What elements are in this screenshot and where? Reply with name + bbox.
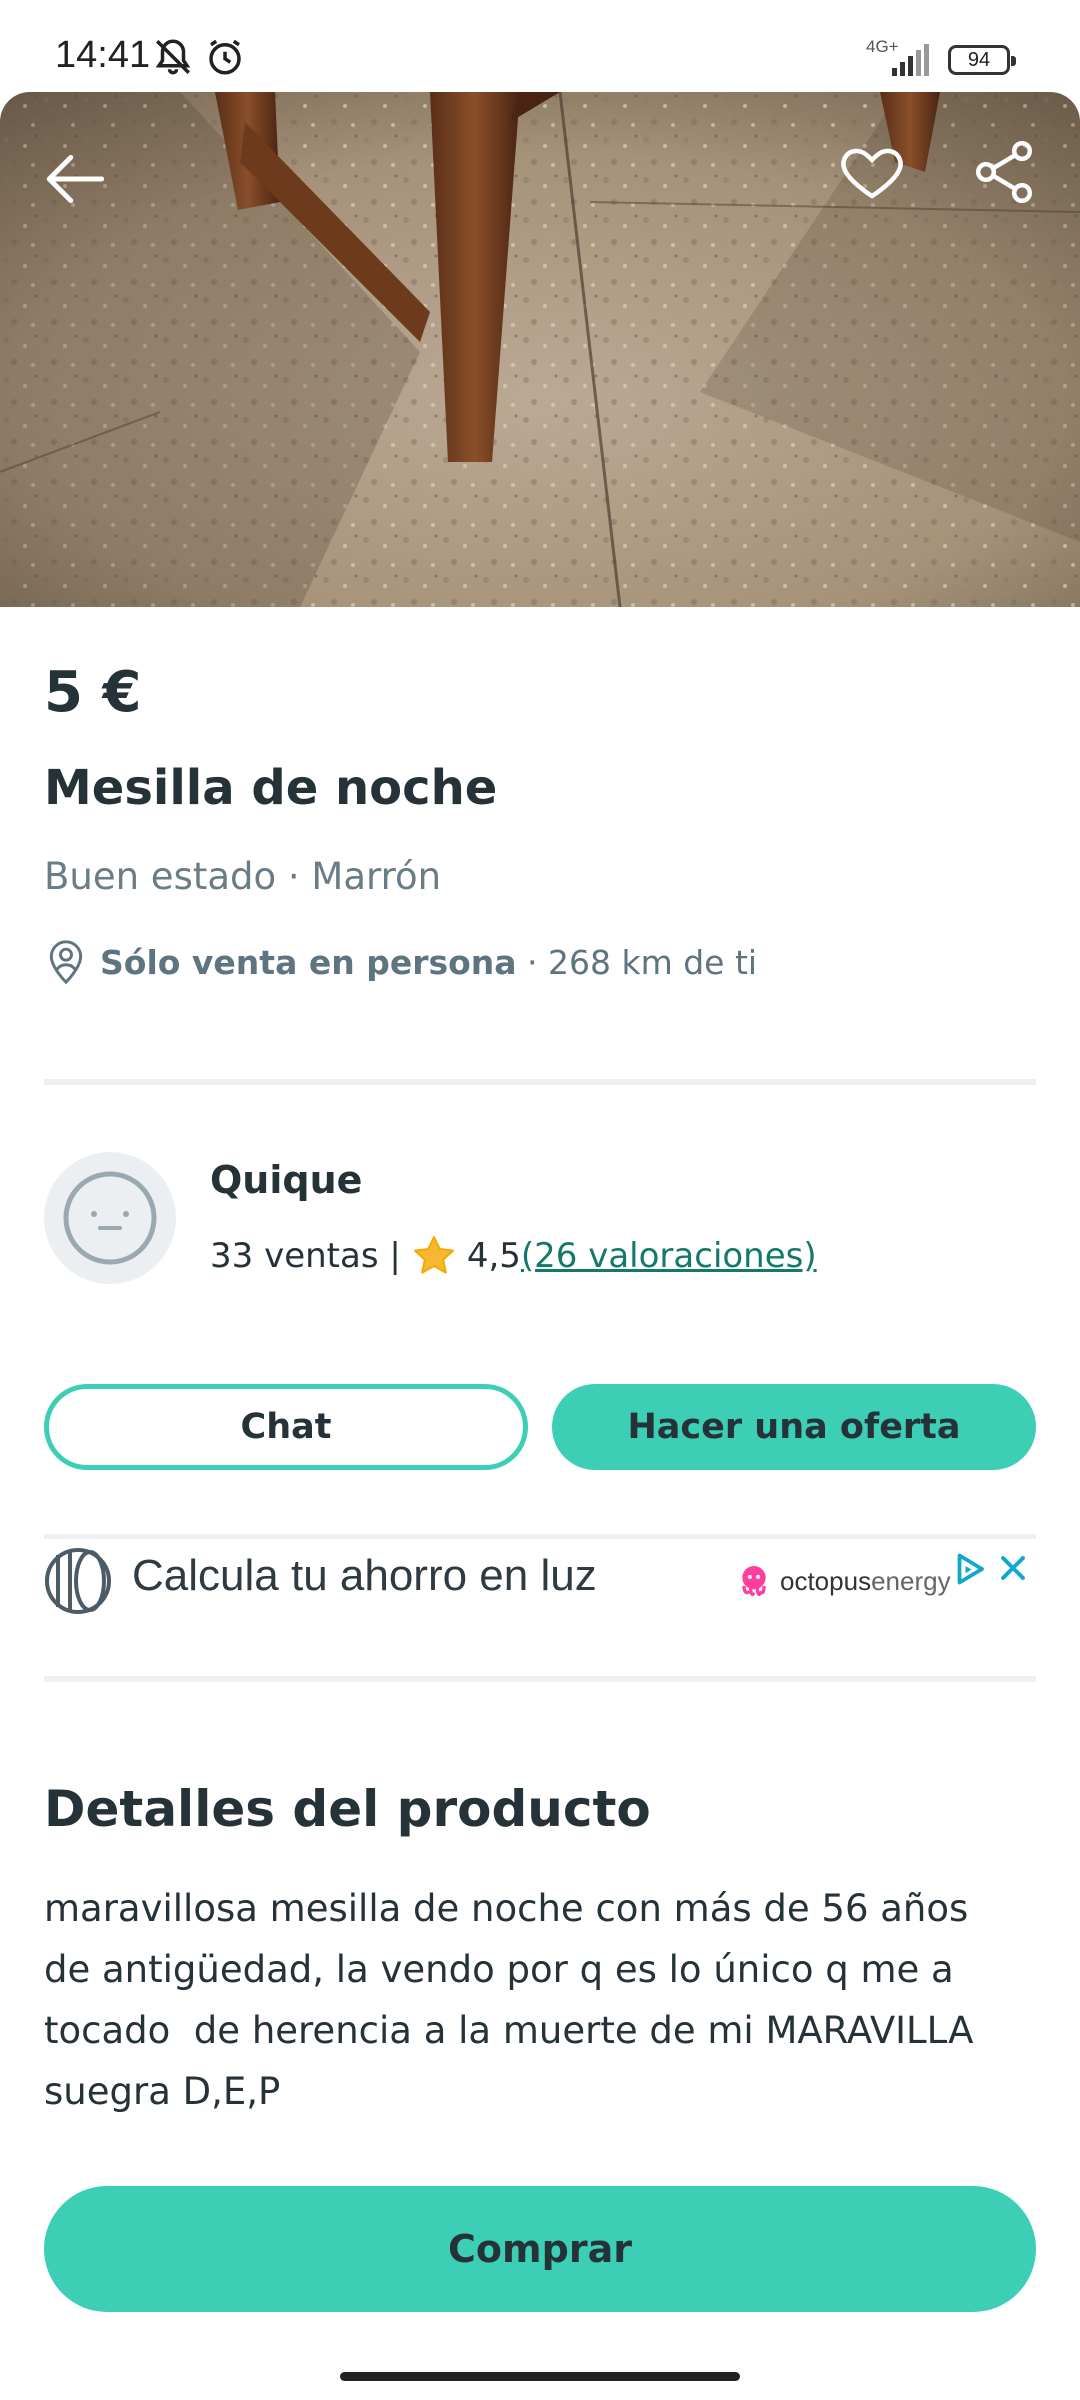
product-image-carousel[interactable]: [0, 92, 1080, 607]
chat-button[interactable]: Chat: [44, 1384, 528, 1470]
product-title: Mesilla de noche: [44, 760, 498, 816]
seller-name[interactable]: Quique: [210, 1158, 362, 1202]
delivery-label: Sólo venta en persona: [100, 942, 517, 982]
heart-icon[interactable]: [836, 136, 908, 208]
ad-brand: octopus energy: [734, 1561, 951, 1601]
close-icon[interactable]: [996, 1551, 1030, 1585]
product-attributes: Buen estado · Marrón: [44, 855, 442, 898]
ad-brand-suffix: energy: [871, 1565, 951, 1596]
seller-sales: 33 ventas |: [210, 1236, 401, 1276]
ad-brand-name: octopus: [780, 1565, 872, 1596]
signal-icon: [892, 44, 929, 76]
status-bar: 14:41 4G+ 94: [0, 0, 1080, 92]
delivery-distance: · 268 km de ti: [516, 942, 758, 982]
ad-logo-icon: [45, 1548, 111, 1614]
product-photo: [0, 92, 1080, 607]
seller-rating: 4,5: [466, 1236, 521, 1276]
make-offer-button[interactable]: Hacer una oferta: [552, 1384, 1036, 1470]
back-arrow-icon[interactable]: [40, 142, 114, 216]
ad-text: Calcula tu ahorro en luz: [132, 1551, 597, 1600]
alarm-icon: [209, 39, 241, 75]
octopus-logo-icon: [742, 1566, 766, 1596]
product-description: maravillosa mesilla de noche con más de …: [44, 1887, 974, 2113]
details-title: Detalles del producto: [44, 1780, 651, 1838]
status-time: 14:41: [55, 34, 151, 76]
adchoices-icon[interactable]: [952, 1551, 988, 1587]
seller-stats: 33 ventas | 4,5 (26 valoraciones): [210, 1232, 817, 1280]
avatar[interactable]: [44, 1152, 176, 1284]
delivery-info: Sólo venta en persona · 268 km de ti: [44, 938, 757, 986]
product-price: 5 €: [44, 660, 142, 725]
location-pin-icon: [49, 940, 83, 985]
divider: [44, 1079, 1036, 1085]
ad-banner[interactable]: Calcula tu ahorro en luz octopus energy: [44, 1534, 1036, 1625]
divider: [44, 1676, 1036, 1682]
home-indicator[interactable]: [340, 2372, 740, 2381]
buy-button[interactable]: Comprar: [44, 2186, 1036, 2312]
share-icon[interactable]: [968, 136, 1040, 208]
battery-indicator: 94: [948, 45, 1016, 75]
star-icon: [413, 1236, 454, 1274]
bell-off-icon: [155, 39, 191, 75]
reviews-link[interactable]: (26 valoraciones): [521, 1236, 817, 1276]
